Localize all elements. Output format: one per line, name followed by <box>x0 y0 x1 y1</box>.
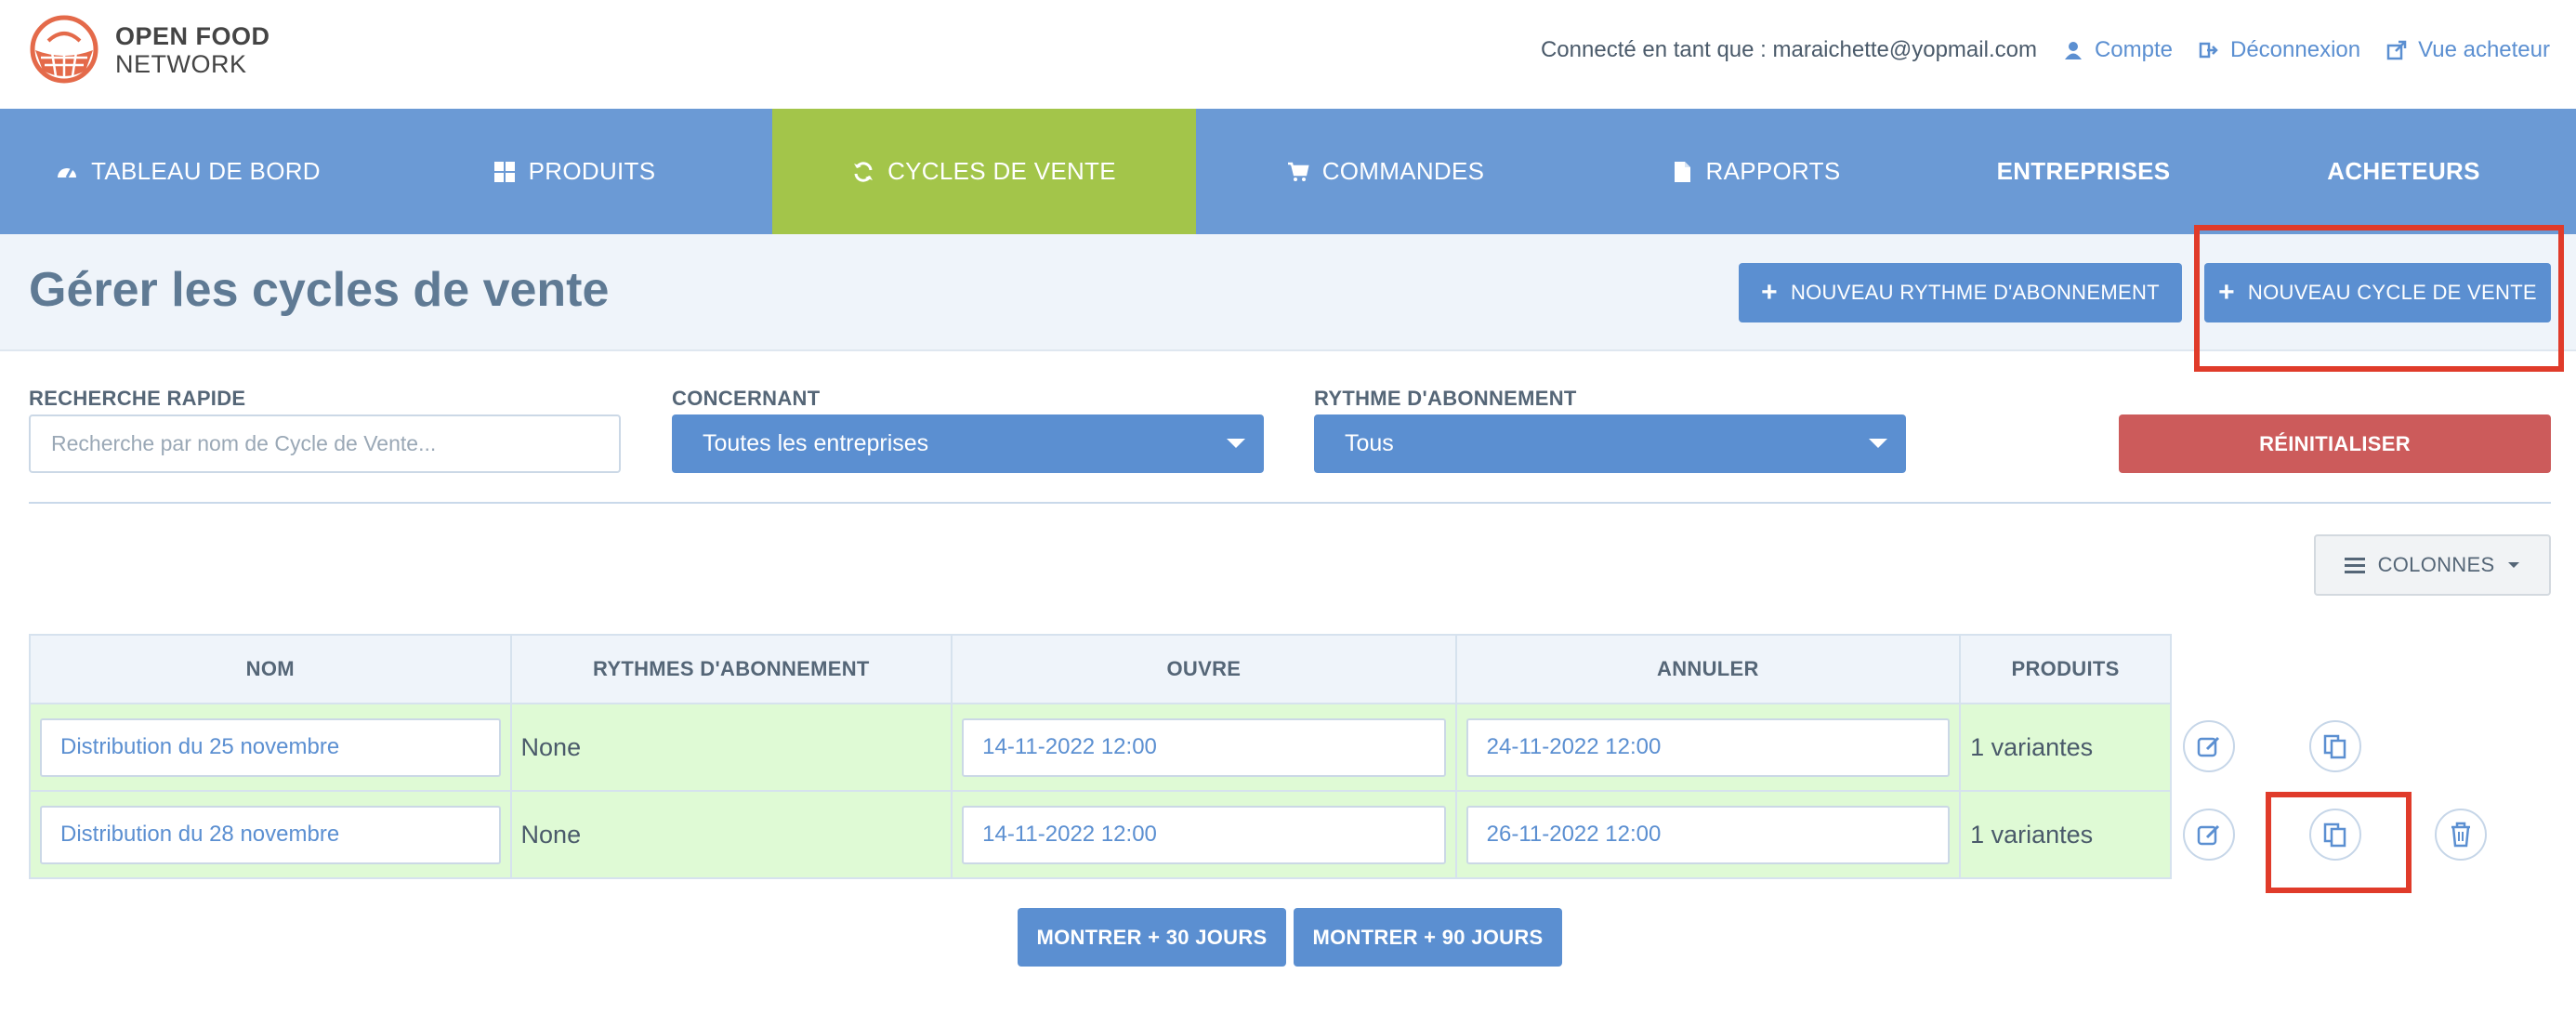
edit-icon <box>2197 824 2220 846</box>
show-more-90-days-button[interactable]: MONTRER + 90 JOURS <box>1294 908 1562 967</box>
copy-icon <box>2323 734 2346 759</box>
order-cycles-table: NOM RYTHMES D'ABONNEMENT OUVRE ANNULER P… <box>29 634 2172 879</box>
logout-link-label: Déconnexion <box>2230 37 2361 62</box>
column-header-schedules[interactable]: RYTHMES D'ABONNEMENT <box>509 634 953 704</box>
dashboard-icon <box>58 167 77 178</box>
table-header-row: NOM RYTHMES D'ABONNEMENT OUVRE ANNULER P… <box>29 634 2172 704</box>
table-row: Distribution du 25 novembre None 14-11-2… <box>29 703 2172 792</box>
schedule-select[interactable]: Tous <box>1314 414 1906 473</box>
file-icon <box>1674 161 1690 182</box>
products-cell: 1 variantes <box>1959 703 2172 792</box>
nav-products[interactable]: PRODUITS <box>376 109 772 234</box>
edit-icon <box>2197 736 2220 757</box>
nav-order-cycles-label: CYCLES DE VENTE <box>887 157 1116 185</box>
cart-icon <box>1287 162 1309 181</box>
page-header: Gérer les cycles de vente <box>0 234 2576 351</box>
concerning-select[interactable]: Toutes les entreprises <box>672 414 1264 473</box>
user-bar: Connecté en tant que : maraichette@yopma… <box>1541 32 2550 69</box>
columns-button-label: COLONNES <box>2377 553 2495 576</box>
trash-icon <box>2451 822 2470 848</box>
new-schedule-button[interactable]: + NOUVEAU RYTHME D'ABONNEMENT <box>1739 263 2182 322</box>
schedule-value: Tous <box>1345 430 1394 456</box>
nav-order-cycles[interactable]: CYCLES DE VENTE <box>772 109 1196 247</box>
schedules-cell: None <box>509 703 953 792</box>
schedules-cell: None <box>509 790 953 879</box>
brand-line-1: OPEN FOOD <box>115 22 270 50</box>
user-icon <box>2064 42 2082 59</box>
opens-at-input[interactable]: 14-11-2022 12:00 <box>962 805 1446 864</box>
cycle-name-input[interactable]: Distribution du 25 novembre <box>40 717 501 777</box>
nav-customers[interactable]: ACHETEURS <box>2231 109 2576 234</box>
brand-line-2: NETWORK <box>115 50 247 78</box>
brand-name: OPEN FOOD NETWORK <box>115 22 270 78</box>
page-title: Gérer les cycles de vente <box>29 263 610 317</box>
closes-at-input[interactable]: 24-11-2022 12:00 <box>1465 717 1951 777</box>
nav-orders-label: COMMANDES <box>1321 157 1485 185</box>
closes-at-input[interactable]: 26-11-2022 12:00 <box>1465 805 1951 864</box>
delete-button[interactable] <box>2435 809 2487 861</box>
account-link-label: Compte <box>2094 37 2173 62</box>
search-input[interactable]: Recherche par nom de Cycle de Vente... <box>29 414 621 473</box>
column-header-name[interactable]: NOM <box>29 634 512 704</box>
column-header-opens[interactable]: OUVRE <box>951 634 1457 704</box>
concerning-value: Toutes les entreprises <box>703 430 929 456</box>
plus-icon: + <box>1761 277 1778 308</box>
search-label: RECHERCHE RAPIDE <box>29 387 246 410</box>
nav-products-label: PRODUITS <box>528 157 656 185</box>
concerning-label: CONCERNANT <box>672 387 821 410</box>
grid-icon <box>493 161 515 182</box>
edit-button[interactable] <box>2183 720 2235 772</box>
highlight-box <box>2266 792 2412 893</box>
bars-icon <box>2344 558 2365 573</box>
nav-dashboard[interactable]: TABLEAU DE BORD <box>0 109 376 234</box>
column-header-closes[interactable]: ANNULER <box>1454 634 1962 704</box>
nav-reports[interactable]: RAPPORTS <box>1575 109 1936 234</box>
nav-dashboard-label: TABLEAU DE BORD <box>91 157 321 185</box>
shopfront-link[interactable]: Vue acheteur <box>2386 37 2550 63</box>
refresh-icon <box>854 161 874 182</box>
main-nav: TABLEAU DE BORD PRODUITS CYCLES DE VENTE… <box>0 109 2576 247</box>
edit-button[interactable] <box>2183 809 2235 861</box>
open-food-network-logo[interactable] <box>28 13 100 86</box>
nav-customers-label: ACHETEURS <box>2327 157 2480 185</box>
products-cell: 1 variantes <box>1959 790 2172 879</box>
nav-orders[interactable]: COMMANDES <box>1196 109 1575 234</box>
cycle-name-input[interactable]: Distribution du 28 novembre <box>40 805 501 864</box>
chevron-down-icon <box>1227 439 1245 448</box>
table-row: Distribution du 28 novembre None 14-11-2… <box>29 790 2172 879</box>
highlight-box <box>2194 225 2564 372</box>
nav-enterprises[interactable]: ENTREPRISES <box>1936 109 2231 234</box>
clone-button[interactable] <box>2309 720 2361 772</box>
logout-link[interactable]: Déconnexion <box>2199 37 2360 63</box>
nav-reports-label: RAPPORTS <box>1705 157 1841 185</box>
caret-down-icon <box>2508 562 2520 568</box>
divider <box>29 502 2551 504</box>
connected-as-text: Connecté en tant que : maraichette@yopma… <box>1540 37 2037 62</box>
new-schedule-label: NOUVEAU RYTHME D'ABONNEMENT <box>1790 281 2160 304</box>
shopfront-link-label: Vue acheteur <box>2418 37 2550 62</box>
top-bar: OPEN FOOD NETWORK Connecté en tant que :… <box>0 0 2576 109</box>
chevron-down-icon <box>1869 439 1887 448</box>
reset-button[interactable]: RÉINITIALISER <box>2119 414 2551 473</box>
show-more-30-days-button[interactable]: MONTRER + 30 JOURS <box>1018 908 1286 967</box>
nav-enterprises-label: ENTREPRISES <box>1996 157 2171 185</box>
schedule-label: RYTHME D'ABONNEMENT <box>1314 387 1577 410</box>
columns-button[interactable]: COLONNES <box>2314 534 2551 596</box>
sign-out-icon <box>2199 42 2218 59</box>
opens-at-input[interactable]: 14-11-2022 12:00 <box>962 717 1446 777</box>
account-link[interactable]: Compte <box>2063 37 2173 63</box>
external-link-icon <box>2386 40 2407 60</box>
column-header-products[interactable]: PRODUITS <box>1959 634 2172 704</box>
